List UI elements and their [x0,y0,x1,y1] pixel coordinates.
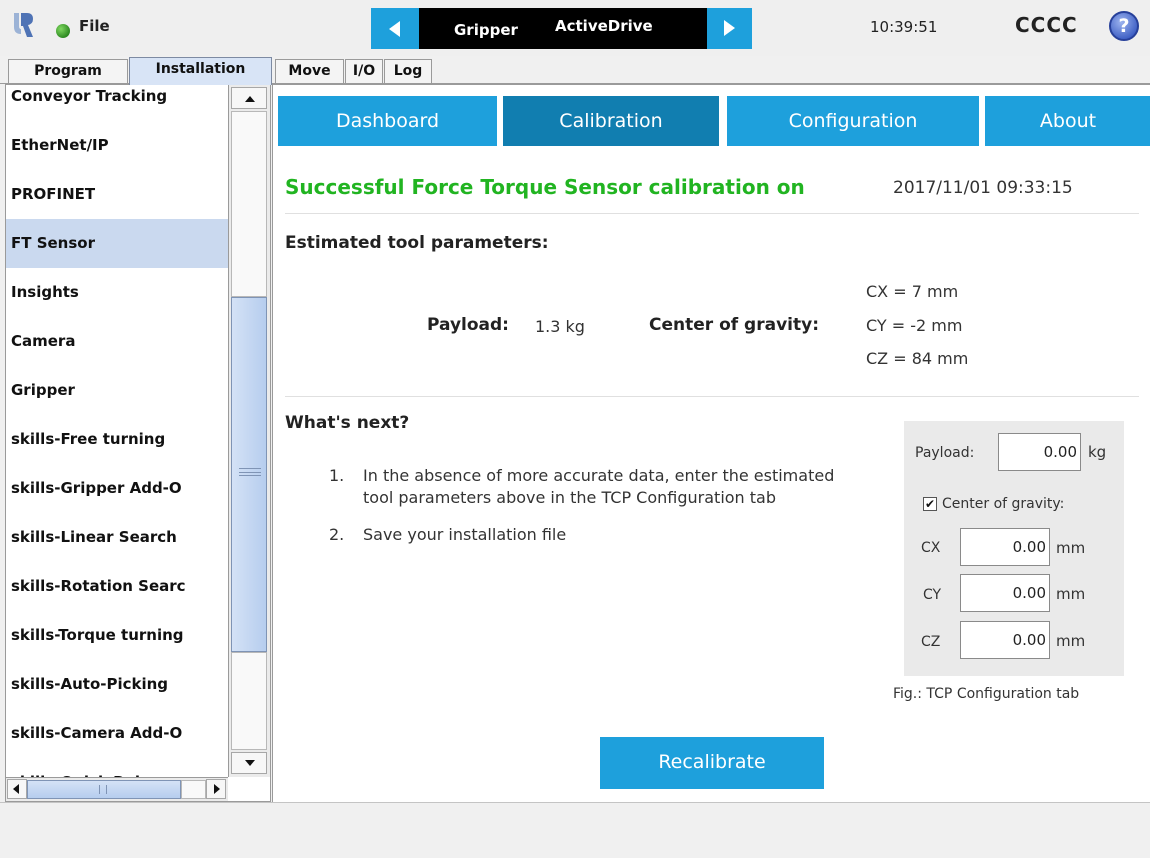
fig-cog-label: Center of gravity: [942,496,1065,512]
fig-cx-field: 0.00 [960,528,1050,566]
step-text: Save your installation file [363,525,567,544]
installation-sidebar: Conveyor Tracking EtherNet/IP PROFINET F… [5,84,271,802]
robot-status-icon[interactable] [56,24,70,38]
help-icon[interactable]: ? [1109,11,1139,41]
tab-program[interactable]: Program [8,59,128,84]
scroll-thumb[interactable] [27,780,181,799]
urcap-navigation[interactable]: Gripper ActiveDrive [419,8,707,49]
scroll-up-icon[interactable] [231,87,267,109]
fig-cy-unit: mm [1056,585,1086,603]
sidebar-item-insights[interactable]: Insights [6,268,228,317]
file-menu[interactable]: File [79,17,110,35]
divider [285,396,1139,397]
installation-list: Conveyor Tracking EtherNet/IP PROFINET F… [6,85,228,801]
estimated-parameters-title: Estimated tool parameters: [285,233,549,253]
fig-cy-label: CY [923,587,942,603]
figure-caption: Fig.: TCP Configuration tab [893,686,1080,702]
sidebar-item-skills-camera-addon[interactable]: skills-Camera Add-O [6,709,228,758]
tcp-configuration-figure: Payload: 0.00 kg ✔ Center of gravity: CX… [904,421,1124,676]
sidebar-item-skills-gripper-addon[interactable]: skills-Gripper Add-O [6,464,228,513]
fig-payload-label: Payload: [915,445,975,461]
robot-name: CCCC [1015,13,1078,37]
cog-cx-value: CX = 7 mm [866,282,959,301]
payload-value: 1.3 kg [535,317,585,336]
cog-cz-value: CZ = 84 mm [866,349,969,368]
ur-logo-icon [14,13,33,37]
divider [285,213,1139,214]
calibration-date: 2017/11/01 09:33:15 [893,178,1073,198]
previous-arrow-icon[interactable] [371,8,419,49]
fig-cy-field: 0.00 [960,574,1050,612]
checkbox-checked-icon: ✔ [923,497,937,511]
cog-cy-value: CY = -2 mm [866,316,963,335]
tab-installation[interactable]: Installation [129,57,272,85]
fig-cz-field: 0.00 [960,621,1050,659]
scroll-track[interactable] [181,780,206,799]
tab-log[interactable]: Log [384,59,432,84]
whats-next-title: What's next? [285,413,410,433]
clock: 10:39:51 [870,18,938,36]
recalibrate-button[interactable]: Recalibrate [600,737,824,789]
step-number: 2. [329,525,345,544]
subtab-calibration[interactable]: Calibration [503,96,719,146]
center-of-gravity-label: Center of gravity: [649,315,819,335]
scroll-down-icon[interactable] [231,752,267,774]
sidebar-item-skills-linear-search[interactable]: skills-Linear Search [6,513,228,562]
scroll-right-icon[interactable] [206,779,226,799]
tab-move[interactable]: Move [275,59,344,84]
sidebar-item-skills-rotation-search[interactable]: skills-Rotation Searc [6,562,228,611]
step-text: In the absence of more accurate data, en… [363,466,835,507]
nav-gripper-label[interactable]: Gripper [454,21,518,39]
sidebar-item-ethernet-ip[interactable]: EtherNet/IP [6,121,228,170]
subtab-configuration[interactable]: Configuration [727,96,979,146]
scroll-track[interactable] [231,111,267,297]
sidebar-vertical-scrollbar[interactable] [228,85,270,777]
fig-payload-unit: kg [1088,443,1107,461]
footer-divider [0,802,1150,803]
list-item: 2. Save your installation file [329,524,849,546]
subtab-dashboard[interactable]: Dashboard [278,96,497,146]
top-bar: File Gripper ActiveDrive 10:39:51 CCCC ? [0,0,1150,56]
fig-cz-unit: mm [1056,632,1086,650]
payload-label: Payload: [427,315,509,335]
sidebar-item-skills-torque-turning[interactable]: skills-Torque turning [6,611,228,660]
fig-payload-field: 0.00 [998,433,1081,471]
ft-sensor-panel: Dashboard Calibration Configuration Abou… [272,84,1150,802]
sidebar-item-camera[interactable]: Camera [6,317,228,366]
grip-icon [239,468,261,476]
list-item: 1. In the absence of more accurate data,… [329,465,849,509]
sidebar-item-gripper[interactable]: Gripper [6,366,228,415]
scroll-left-icon[interactable] [7,779,27,799]
sidebar-item-skills-auto-picking[interactable]: skills-Auto-Picking [6,660,228,709]
fig-cx-unit: mm [1056,539,1086,557]
calibration-status: Successful Force Torque Sensor calibrati… [285,175,805,199]
scroll-thumb[interactable] [231,297,267,652]
sidebar-item-profinet[interactable]: PROFINET [6,170,228,219]
next-arrow-icon[interactable] [707,8,752,49]
sidebar-horizontal-scrollbar[interactable] [6,777,228,801]
nav-activedrive-label[interactable]: ActiveDrive [555,17,653,35]
sidebar-item-conveyor-tracking[interactable]: Conveyor Tracking [6,85,228,121]
step-number: 1. [329,466,345,485]
fig-cx-label: CX [921,540,941,556]
scroll-track[interactable] [231,652,267,750]
sidebar-item-ft-sensor[interactable]: FT Sensor [6,219,228,268]
fig-cz-label: CZ [921,634,941,650]
sidebar-item-skills-free-turning[interactable]: skills-Free turning [6,415,228,464]
tab-io[interactable]: I/O [345,59,383,84]
main-tabs: Program Installation Move I/O Log [0,57,1150,85]
subtab-about[interactable]: About [985,96,1150,146]
next-steps-list: 1. In the absence of more accurate data,… [329,465,849,561]
